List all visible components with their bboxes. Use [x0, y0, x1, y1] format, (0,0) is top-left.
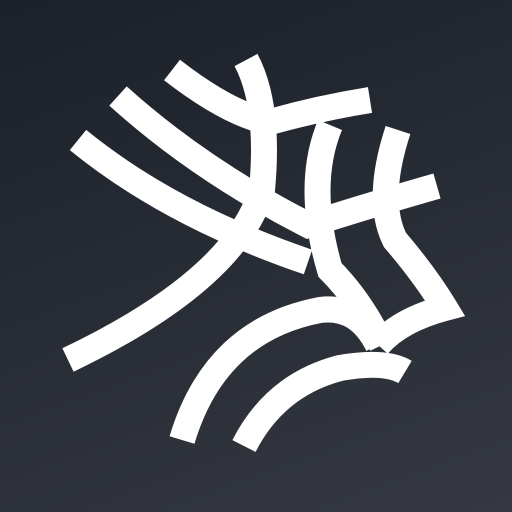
web-logo-icon — [62, 53, 466, 453]
logo-arc-inner — [232, 351, 412, 453]
app-icon — [0, 0, 512, 512]
logo-strand-hook — [368, 125, 466, 354]
